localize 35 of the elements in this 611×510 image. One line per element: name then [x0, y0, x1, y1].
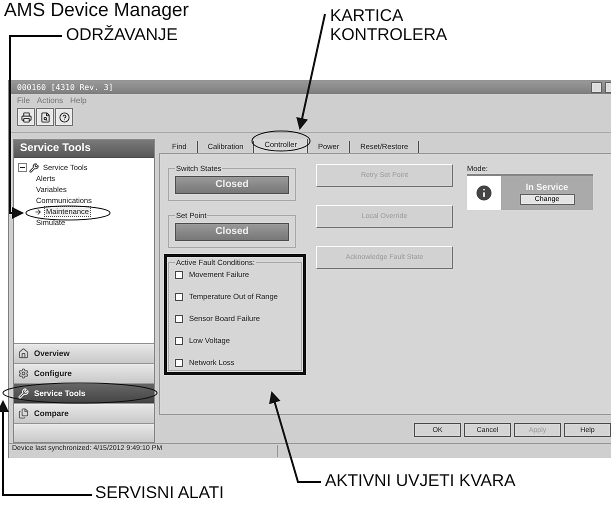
wrench-icon: [18, 388, 29, 399]
state-indicator: Closed: [175, 223, 289, 241]
checkbox[interactable]: [175, 270, 183, 278]
callout-label: KARTICA KONTROLERA: [330, 6, 448, 44]
printer-icon: [20, 112, 32, 122]
callout-label: ODRŽAVANJE: [66, 25, 178, 44]
arrow-icon: [34, 208, 42, 216]
nav-item[interactable]: Overview: [14, 343, 154, 363]
checkbox[interactable]: [175, 292, 183, 300]
nav-item[interactable]: Service Tools: [14, 383, 154, 403]
callout-label: SERVISNI ALATI: [95, 483, 224, 502]
minimize-button[interactable]: [591, 82, 602, 92]
callout-label: AKTIVNI UVJETI KVARA: [325, 471, 516, 490]
state-indicator: Closed: [175, 176, 289, 194]
print-button[interactable]: [17, 108, 35, 126]
documents-icon: [18, 408, 29, 419]
checkbox[interactable]: [175, 314, 183, 322]
preview-button[interactable]: [36, 108, 54, 126]
house-icon: [18, 348, 29, 359]
page-heading: AMS Device Manager: [4, 0, 189, 22]
help-icon: [58, 112, 70, 122]
sidebar-title: Service Tools: [14, 140, 154, 158]
wrench-icon: [29, 162, 39, 172]
checkbox[interactable]: [175, 358, 183, 366]
mode-value: In Service: [526, 182, 568, 192]
gear-icon: [18, 368, 29, 379]
checkbox[interactable]: [175, 336, 183, 344]
info-icon: [474, 183, 494, 203]
nav-item[interactable]: Compare: [14, 403, 154, 423]
collapse-icon[interactable]: [18, 163, 27, 172]
nav-item[interactable]: Configure: [14, 363, 154, 383]
window-title: 000160 [4310 Rev. 3]: [17, 82, 114, 92]
document-search-icon: [40, 112, 50, 122]
callout-ellipse: [252, 130, 310, 152]
help-button[interactable]: [55, 108, 73, 126]
